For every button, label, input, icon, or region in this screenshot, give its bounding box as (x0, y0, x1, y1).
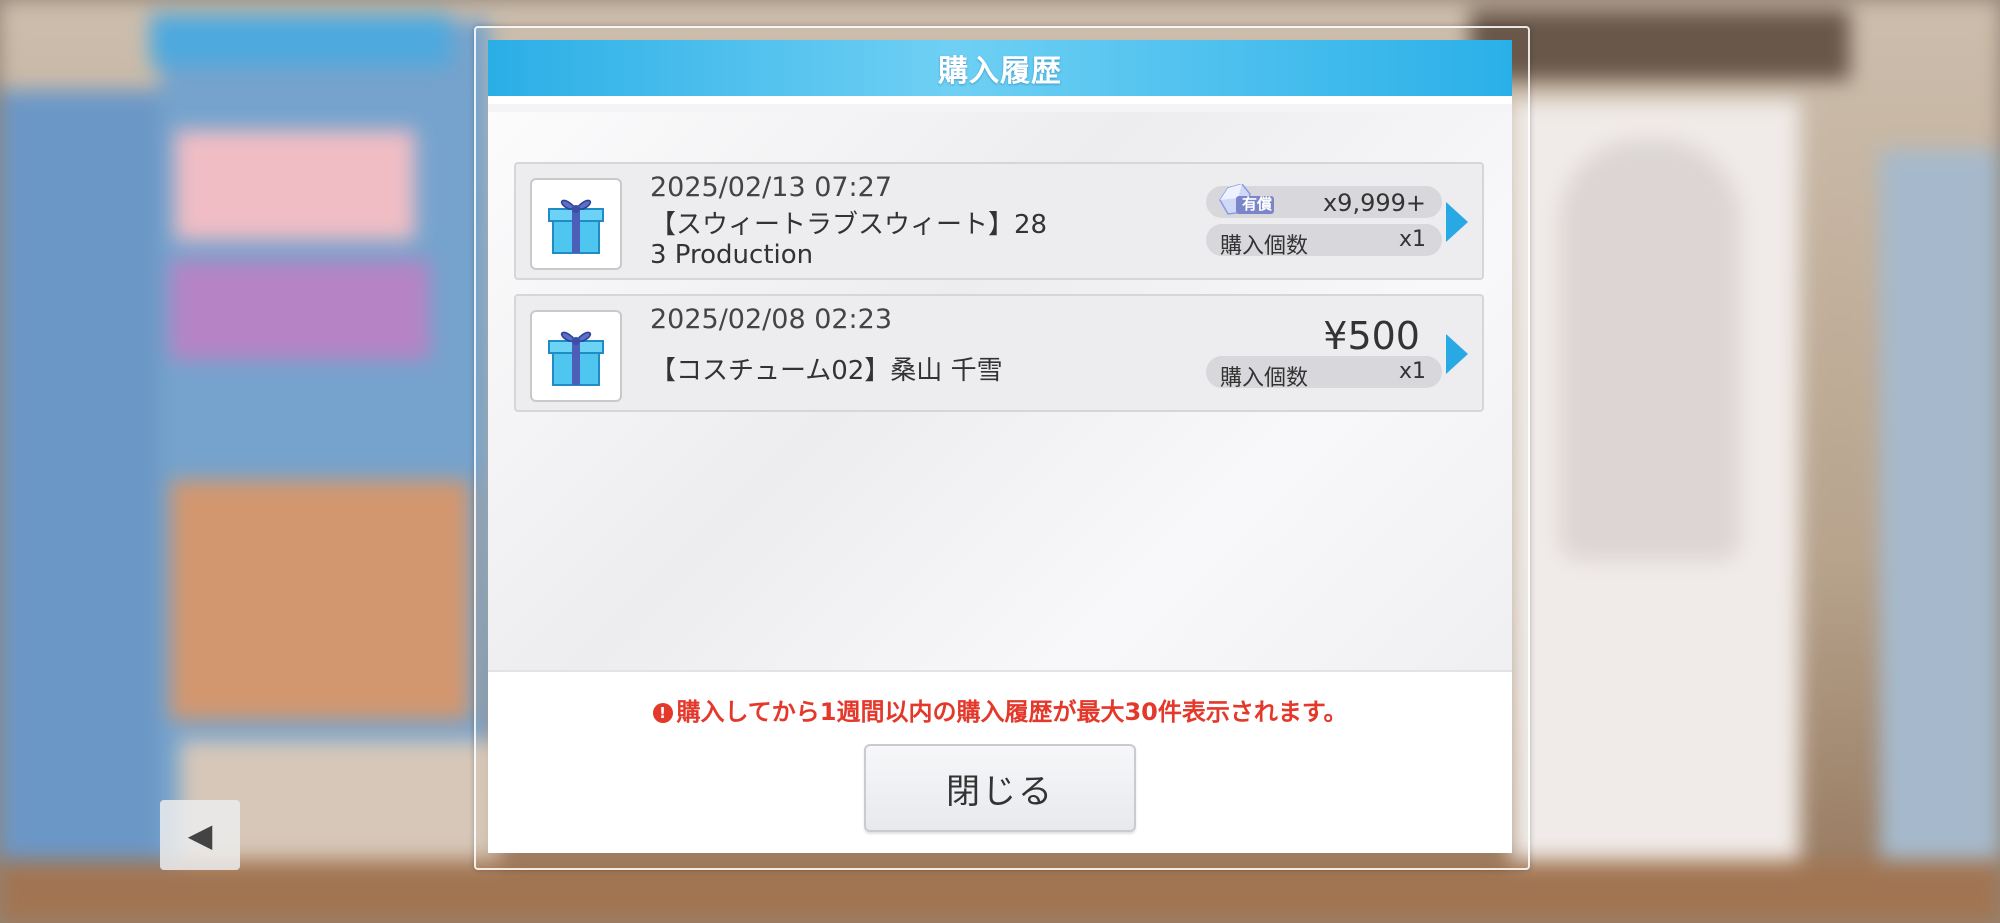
alert-icon: ! (652, 703, 673, 723)
purchase-date: 2025/02/13 07:27 (650, 172, 893, 203)
dialog-header: 購入履歴 (488, 40, 1512, 104)
notice-message: 購入してから1週間以内の購入履歴が最大30件表示されます。 (676, 698, 1348, 726)
chevron-right-icon[interactable] (1442, 200, 1470, 244)
close-button[interactable]: 閉じる (864, 744, 1136, 832)
paid-badge-label: 有償 (1242, 195, 1273, 213)
quantity-value: x1 (1398, 359, 1426, 384)
gift-box-icon (530, 310, 622, 402)
gift-box-icon (530, 178, 622, 270)
purchase-item-name: 【コスチューム02】桑山 千雪 (650, 356, 1003, 386)
purchase-date: 2025/02/08 02:23 (650, 304, 893, 335)
quantity-pill: 購入個数 x1 (1206, 356, 1442, 391)
quantity-label: 購入個数 (1220, 366, 1309, 391)
notice-text: ! 購入してから1週間以内の購入履歴が最大30件表示されます。 (488, 692, 1512, 727)
chevron-right-icon[interactable] (1442, 332, 1470, 376)
purchase-item-name: 【スウィートラブスウィート】28 3 Production (650, 210, 1048, 270)
dialog-title: 購入履歴 (938, 54, 1062, 89)
quantity-label: 購入個数 (1220, 234, 1309, 259)
price-value: ¥500 (1323, 314, 1420, 358)
price-pill: 有償 x9,999+ (1206, 183, 1442, 218)
purchase-item[interactable]: 2025/02/13 07:27 【スウィートラブスウィート】28 3 Prod… (514, 162, 1484, 280)
purchase-history-dialog: 購入履歴 2025/02/13 07:27 【スウィートラブスウィート】28 3… (488, 40, 1512, 853)
quantity-pill: 購入個数 x1 (1206, 224, 1442, 259)
quantity-value: x1 (1398, 227, 1426, 252)
price-value: x9,999+ (1322, 189, 1426, 217)
purchase-list: 2025/02/13 07:27 【スウィートラブスウィート】28 3 Prod… (488, 112, 1512, 712)
purchase-item[interactable]: 2025/02/08 02:23 【コスチューム02】桑山 千雪 ¥500 購入… (514, 294, 1484, 412)
